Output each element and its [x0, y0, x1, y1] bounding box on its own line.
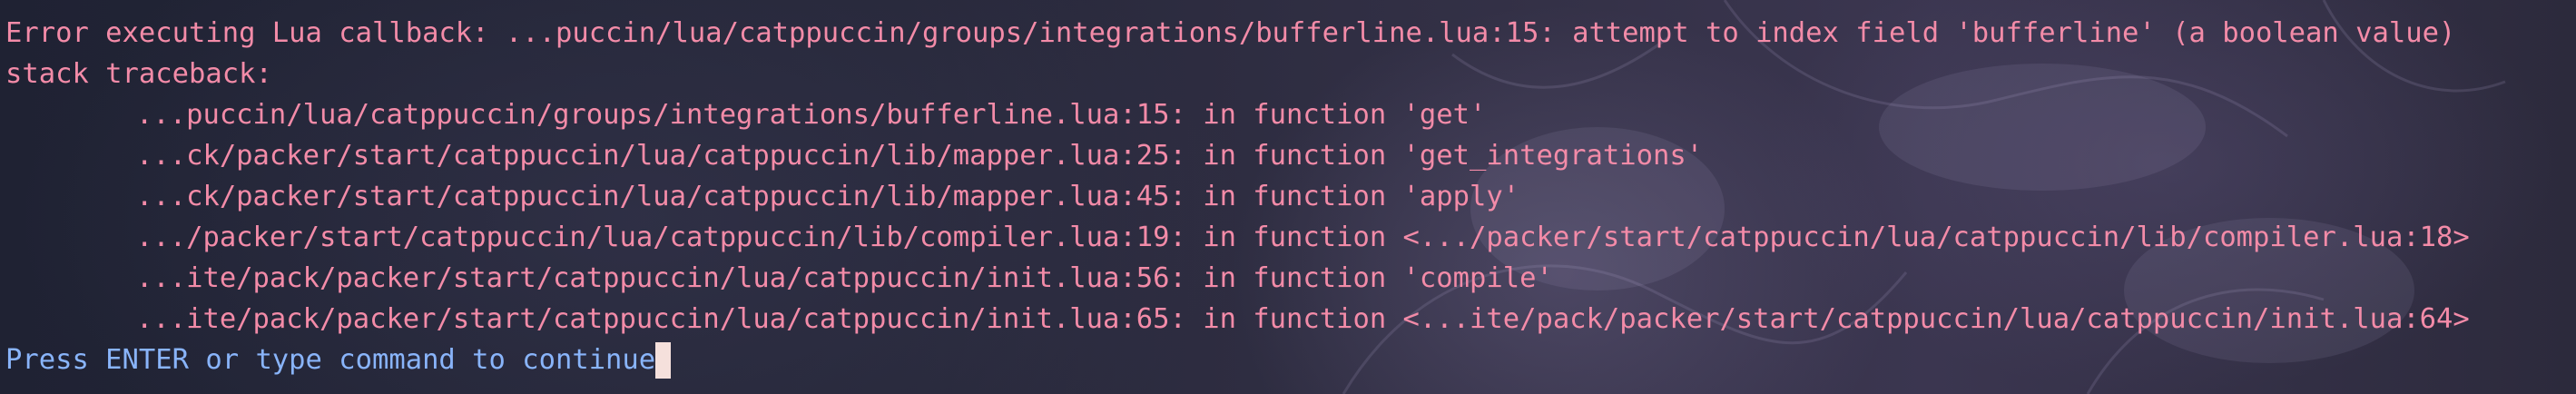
traceback-frame: ...ck/packer/start/catppuccin/lua/catppu…	[136, 140, 1704, 172]
terminal-output: Error executing Lua callback: ...puccin/…	[5, 13, 2571, 394]
text-cursor	[655, 341, 672, 379]
continue-prompt[interactable]: Press ENTER or type command to continue	[5, 340, 2571, 380]
traceback-frame: ...ck/packer/start/catppuccin/lua/catppu…	[136, 181, 1520, 212]
continue-prompt-text: Press ENTER or type command to continue	[5, 344, 656, 376]
traceback-frame: ...ite/pack/packer/start/catppuccin/lua/…	[136, 303, 2470, 335]
traceback-frame: .../packer/start/catppuccin/lua/catppucc…	[136, 222, 2470, 253]
traceback-frame: ...ite/pack/packer/start/catppuccin/lua/…	[136, 262, 1553, 294]
error-header: Error executing Lua callback: ...puccin/…	[5, 17, 2456, 49]
traceback-label: stack traceback:	[5, 58, 272, 90]
traceback-frame: ...puccin/lua/catppuccin/groups/integrat…	[136, 99, 1487, 131]
